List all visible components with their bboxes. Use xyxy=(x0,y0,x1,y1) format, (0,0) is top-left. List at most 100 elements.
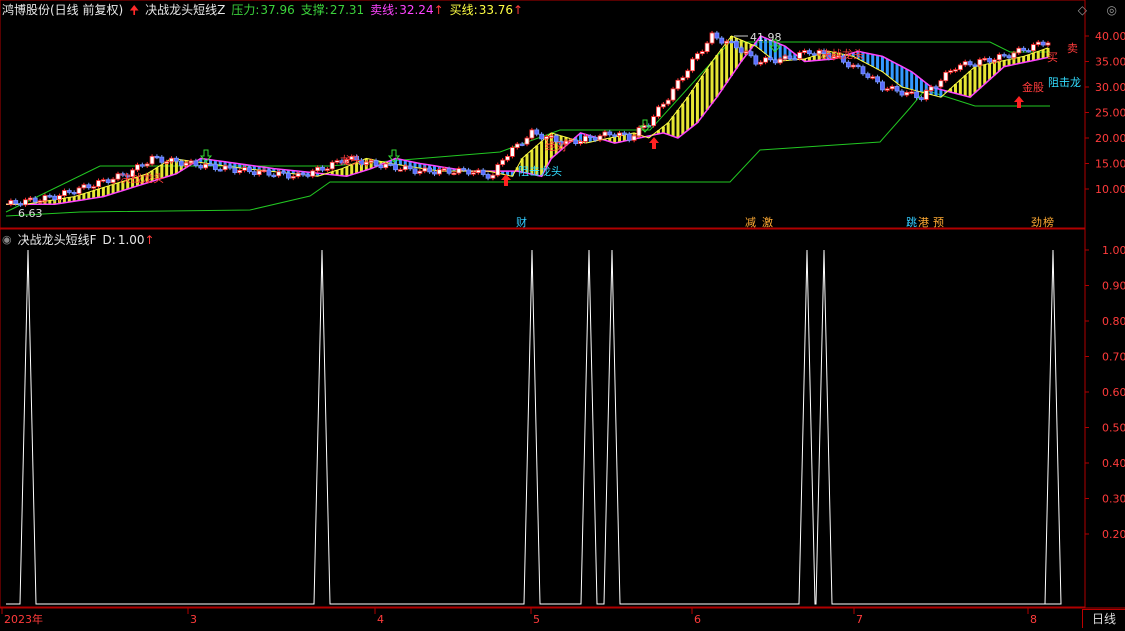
date-label: 5 xyxy=(533,613,540,626)
candle-body xyxy=(539,133,545,140)
candle-body xyxy=(631,135,637,141)
candle-body xyxy=(18,203,24,206)
candle-body xyxy=(378,165,384,169)
chart-canvas[interactable]: 40.00 35.00 30.00 25.00 20.00 15.00 10.00 1.00 0… xyxy=(0,0,1125,628)
candle-body xyxy=(578,141,583,145)
candle-body xyxy=(505,156,510,161)
candle-body xyxy=(198,165,204,169)
candle-body xyxy=(519,143,525,146)
d-tick-label: 1.00 xyxy=(1102,244,1125,257)
d-tick-label: 0.20 xyxy=(1102,528,1125,541)
candle-body xyxy=(485,174,491,179)
candle-body xyxy=(748,51,754,57)
candle-body xyxy=(977,59,983,66)
candle-body xyxy=(237,169,243,174)
candle-body xyxy=(709,32,715,44)
period-selector[interactable]: 日线 xyxy=(1082,609,1125,628)
collapse-icon[interactable]: ◉ xyxy=(2,230,12,250)
candle-body xyxy=(334,160,340,163)
settings-icon[interactable]: ◎ xyxy=(1107,3,1117,17)
candle-body xyxy=(96,180,101,188)
date-label: 2023年 xyxy=(4,612,43,626)
sub-panel-frame xyxy=(0,228,1086,608)
candle-body xyxy=(670,88,676,101)
sub-indicator-name[interactable]: 决战龙头短线F xyxy=(18,230,97,250)
d-tick-label: 0.80 xyxy=(1102,315,1125,328)
candle-body xyxy=(174,157,179,162)
candle-body xyxy=(729,40,734,44)
candle-body xyxy=(417,170,423,174)
price-tick-label: 20.00 xyxy=(1095,132,1125,145)
candle-body xyxy=(324,168,330,171)
candle-body xyxy=(899,90,905,96)
event-label: 港 xyxy=(918,216,929,229)
diamond-icon[interactable]: ◇ xyxy=(1078,3,1087,17)
candle-body xyxy=(441,168,447,171)
buy-line-label: 买线: xyxy=(449,3,478,17)
indicator-name[interactable]: 决战龙头短线Z xyxy=(145,0,225,20)
candle-body xyxy=(466,169,471,175)
price-tick-label: 30.00 xyxy=(1095,81,1125,94)
candle-body xyxy=(982,58,988,61)
candle-body xyxy=(159,156,165,163)
candle-body xyxy=(714,32,720,39)
candle-body xyxy=(758,61,764,65)
main-panel-frame xyxy=(0,0,1086,229)
candle-body xyxy=(953,69,958,72)
text-jueduo-1: 绝对 xyxy=(545,139,567,153)
candle-body xyxy=(310,170,316,177)
candle-body xyxy=(875,76,880,83)
candle-body xyxy=(685,70,691,79)
candle-body xyxy=(23,199,28,206)
candle-body xyxy=(281,171,286,174)
candle-body xyxy=(592,136,598,141)
candle-body xyxy=(57,195,62,200)
candle-body xyxy=(266,169,272,176)
text-juezhan-1: 决战龙头 xyxy=(120,172,164,185)
text-juezhan-2: 决战龙头 xyxy=(820,48,864,61)
candle-body xyxy=(699,51,705,55)
d-tick-label: 0.50 xyxy=(1102,422,1125,435)
candle-body xyxy=(261,169,267,172)
candle-body xyxy=(884,88,890,91)
candle-body xyxy=(402,165,408,171)
candle-body xyxy=(665,99,671,105)
sell-arrow-icon: ↑ xyxy=(433,3,444,17)
candle-body xyxy=(850,64,856,68)
event-label: 榜 xyxy=(1043,215,1054,229)
event-label: 跳 xyxy=(906,215,917,229)
candle-body xyxy=(286,172,291,179)
candle-body xyxy=(919,97,924,100)
candle-body xyxy=(154,155,160,159)
text-sell-mark: 卖 xyxy=(1067,42,1078,55)
sub-chart-header: ◉ 决战龙头短线F D: 1.00 ↑ xyxy=(2,230,161,250)
candle-body xyxy=(568,139,574,142)
candle-body xyxy=(602,131,608,137)
candle-body xyxy=(690,58,695,72)
candle-body xyxy=(193,160,199,166)
candle-body xyxy=(894,86,900,92)
candle-body xyxy=(680,77,686,81)
candle-body xyxy=(315,166,321,172)
candle-body xyxy=(865,73,871,78)
candle-body xyxy=(777,58,783,64)
main-chart-header: 鸿博股份(日线 前复权) 🠉 决战龙头短线Z 压力: 37.96 支撑: 27.… xyxy=(2,0,529,20)
candle-body xyxy=(217,169,223,172)
candle-body xyxy=(855,64,861,68)
candle-body xyxy=(432,171,437,175)
candle-body xyxy=(733,40,739,49)
candle-body xyxy=(256,170,262,175)
stock-chart-window[interactable]: 40.00 35.00 30.00 25.00 20.00 15.00 10.00 1.00 0… xyxy=(0,0,1125,628)
candle-body xyxy=(1040,41,1046,46)
candle-body xyxy=(704,42,710,52)
candle-body xyxy=(451,172,457,175)
candle-body xyxy=(573,139,579,145)
date-label: 7 xyxy=(856,613,863,626)
candle-body xyxy=(276,171,282,177)
candle-body xyxy=(86,184,92,189)
candle-body xyxy=(290,176,296,179)
d-tick-label: 0.30 xyxy=(1102,493,1125,506)
candle-body xyxy=(363,161,369,165)
candle-body xyxy=(480,169,486,175)
candle-body xyxy=(636,127,642,137)
